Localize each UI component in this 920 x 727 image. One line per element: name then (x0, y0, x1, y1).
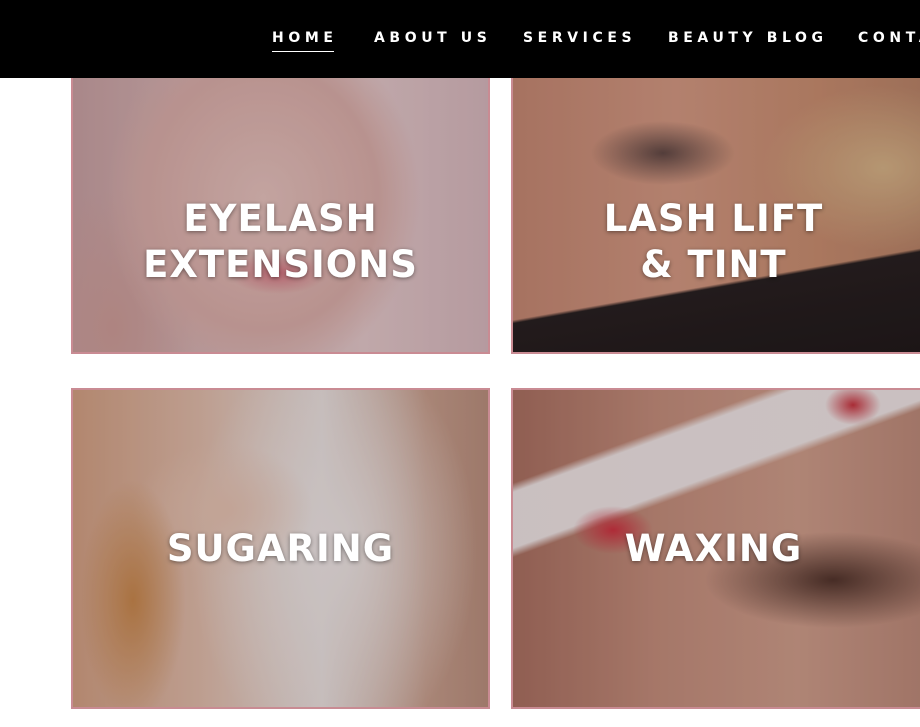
service-title-line: EYELASH (183, 197, 378, 241)
service-title-line: WAXING (624, 526, 803, 570)
service-title-line: SUGARING (166, 526, 395, 570)
service-tile-sugaring[interactable]: SUGARING (71, 388, 490, 709)
nav-link-about-us[interactable]: ABOUT US (374, 30, 491, 46)
nav-link-home[interactable]: HOME (272, 30, 338, 52)
service-title: SUGARING (73, 526, 488, 572)
service-tile-lash-lift-tint[interactable]: LASH LIFT & TINT (511, 78, 920, 354)
nav-link-services[interactable]: SERVICES (523, 30, 636, 46)
nav-link-contact[interactable]: CONTA (858, 30, 920, 46)
nav-link-beauty-blog[interactable]: BEAUTY BLOG (668, 30, 828, 46)
service-title-line: LASH LIFT (603, 197, 824, 241)
top-navigation: HOME ABOUT US SERVICES BEAUTY BLOG CONTA (0, 0, 920, 78)
service-tile-waxing[interactable]: WAXING (511, 388, 920, 709)
service-title-line: & TINT (640, 243, 787, 287)
service-title-line: EXTENSIONS (143, 243, 418, 287)
service-title: EYELASH EXTENSIONS (73, 196, 488, 288)
service-title: LASH LIFT & TINT (513, 196, 920, 288)
service-tile-eyelash-extensions[interactable]: EYELASH EXTENSIONS (71, 78, 490, 354)
service-title: WAXING (513, 526, 920, 572)
page: HOME ABOUT US SERVICES BEAUTY BLOG CONTA… (0, 0, 920, 727)
